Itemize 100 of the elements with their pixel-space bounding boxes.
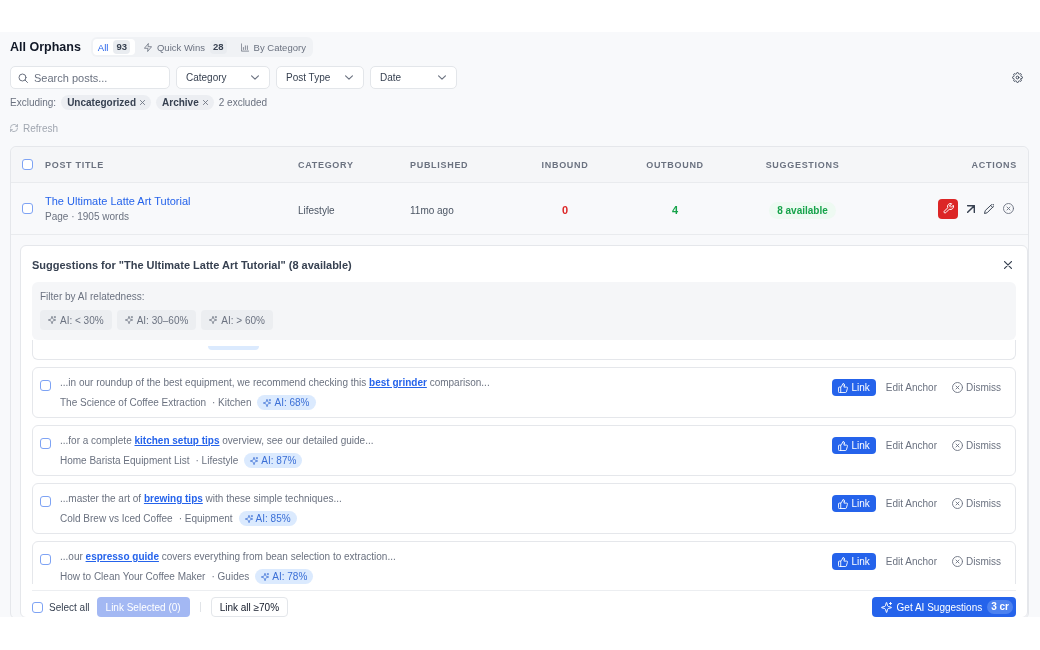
- suggestion-snippet: ...for a complete kitchen setup tips overview, see our detailed guide...: [60, 434, 374, 448]
- checkbox[interactable]: [40, 438, 51, 449]
- link-button[interactable]: Link: [832, 437, 876, 454]
- remove-icon[interactable]: [202, 100, 208, 105]
- checkbox[interactable]: [22, 159, 33, 170]
- checkbox[interactable]: [40, 554, 51, 565]
- filter-chip[interactable]: AI: 30–60%: [116, 310, 197, 330]
- excluded-count: 2 excluded: [218, 97, 268, 108]
- chevron-down-icon: [345, 75, 353, 80]
- search-field[interactable]: Search posts...: [10, 66, 170, 89]
- count-badge: 93: [113, 40, 130, 54]
- source-category: · Equipment: [178, 513, 233, 524]
- edit-anchor-button[interactable]: Edit Anchor: [885, 553, 937, 570]
- suggestion-snippet: ...our espresso guide covers everything from bean selection to extraction...: [60, 550, 396, 564]
- view-tab[interactable]: All 93: [92, 39, 135, 55]
- source-post-title: How to Clean Your Coffee Maker: [60, 571, 206, 582]
- ai-score: AI: 85%: [255, 513, 291, 524]
- exclusion-chip[interactable]: Archive: [156, 95, 214, 110]
- ai-score: AI: 87%: [261, 455, 297, 466]
- inbound-count: 0: [561, 203, 569, 216]
- checkbox[interactable]: [22, 203, 33, 214]
- chevron-down-icon: [438, 75, 446, 80]
- source-post-title: Home Barista Equipment List: [60, 455, 190, 466]
- link-button[interactable]: Link: [832, 379, 876, 396]
- dismiss-button[interactable]: Dismiss: [952, 553, 1001, 570]
- sparkles-icon: [250, 456, 259, 465]
- filter-chip[interactable]: AI: < 30%: [40, 310, 112, 330]
- sparkles-icon: [880, 601, 892, 613]
- checkbox[interactable]: [32, 601, 43, 613]
- x-circle-icon: [952, 498, 963, 509]
- sparkles-icon: [244, 514, 253, 523]
- fix-links-button[interactable]: [938, 198, 958, 219]
- source-category: · Kitchen: [212, 397, 252, 408]
- column-header: ACTIONS: [971, 159, 1017, 170]
- sparkles-icon: [48, 316, 56, 324]
- select-all-label: Select all: [49, 601, 90, 613]
- column-header: CATEGORY: [298, 159, 354, 170]
- x-circle-icon[interactable]: [1003, 203, 1014, 214]
- sparkles-icon: [263, 398, 272, 407]
- link-button[interactable]: Link: [832, 553, 876, 570]
- post-meta: Page · 1905 words: [45, 210, 129, 223]
- source-category: · Guides: [211, 571, 250, 582]
- column-header: INBOUND: [541, 159, 589, 170]
- thumbs-up-icon: [838, 556, 849, 567]
- x-circle-icon: [952, 382, 963, 393]
- filter-chip[interactable]: AI: > 60%: [201, 310, 273, 330]
- post-title-link[interactable]: The Ultimate Latte Art Tutorial: [45, 194, 191, 208]
- ai-score: AI: 78%: [272, 571, 308, 582]
- sparkles-icon: [261, 572, 270, 581]
- view-tab[interactable]: Quick Wins 28: [139, 39, 232, 55]
- pencil-icon[interactable]: [984, 203, 994, 214]
- column-header: OUTBOUND: [646, 159, 704, 170]
- suggestion-snippet: ...master the art of brewing tips with these simple techniques...: [60, 492, 342, 506]
- edit-anchor-button[interactable]: Edit Anchor: [885, 379, 937, 396]
- thumbs-up-icon: [838, 382, 849, 393]
- suggestion-snippet: ...in our roundup of the best equipment, we recommend checking this best grinder comparison...: [60, 376, 490, 390]
- availability-badge: 8 available: [769, 201, 836, 219]
- category-label: Lifestyle: [298, 204, 335, 216]
- dropdown[interactable]: Post Type: [276, 66, 364, 89]
- column-header: SUGGESTIONS: [765, 159, 840, 170]
- link-button[interactable]: Link: [832, 495, 876, 512]
- source-post-title: Cold Brew vs Iced Coffee: [60, 513, 173, 524]
- filter-label: Filter by AI relatedness:: [40, 291, 145, 303]
- link-all-button[interactable]: Link all ≥70%: [210, 597, 289, 617]
- sparkles-icon: [209, 316, 218, 324]
- close-icon[interactable]: [1004, 261, 1012, 269]
- settings-icon[interactable]: [1012, 72, 1023, 83]
- lightning-icon: [144, 42, 152, 52]
- dropdown[interactable]: Date: [370, 66, 457, 89]
- column-header: PUBLISHED: [410, 159, 469, 170]
- source-post-title: The Science of Coffee Extraction: [60, 397, 206, 408]
- panel-title: Suggestions for "The Ultimate Latte Art Tutorial" (8 available): [32, 259, 352, 271]
- count-badge: 28: [210, 40, 227, 54]
- arrow-up-right-icon[interactable]: [967, 204, 975, 213]
- wrench-icon: [942, 203, 954, 214]
- view-tab[interactable]: By Category: [235, 39, 311, 55]
- page-title: All Orphans: [10, 40, 81, 54]
- checkbox[interactable]: [40, 496, 51, 507]
- dismiss-button[interactable]: Dismiss: [952, 495, 1001, 512]
- dismiss-button[interactable]: Dismiss: [952, 379, 1001, 396]
- badge-edge: [208, 346, 259, 350]
- dropdown[interactable]: Category: [176, 66, 270, 89]
- checkbox[interactable]: [40, 380, 51, 391]
- exclusion-chip[interactable]: Uncategorized: [61, 95, 152, 110]
- chevron-down-icon: [251, 75, 259, 80]
- remove-icon[interactable]: [140, 100, 146, 105]
- search-icon: [18, 73, 28, 83]
- thumbs-up-icon: [838, 440, 849, 451]
- refresh-icon: [10, 124, 18, 132]
- x-circle-icon: [952, 440, 963, 451]
- column-header: POST TITLE: [45, 159, 104, 170]
- source-category: · Lifestyle: [195, 455, 239, 466]
- sparkles-icon: [124, 316, 133, 324]
- dismiss-button[interactable]: Dismiss: [952, 437, 1001, 454]
- published-time: 11mo ago: [410, 204, 454, 216]
- outbound-count: 4: [671, 203, 679, 216]
- edit-anchor-button[interactable]: Edit Anchor: [885, 495, 937, 512]
- ai-suggestions-button[interactable]: Get AI Suggestions 3 cr: [871, 597, 1016, 617]
- bar-chart-icon: [240, 42, 249, 52]
- edit-anchor-button[interactable]: Edit Anchor: [885, 437, 937, 454]
